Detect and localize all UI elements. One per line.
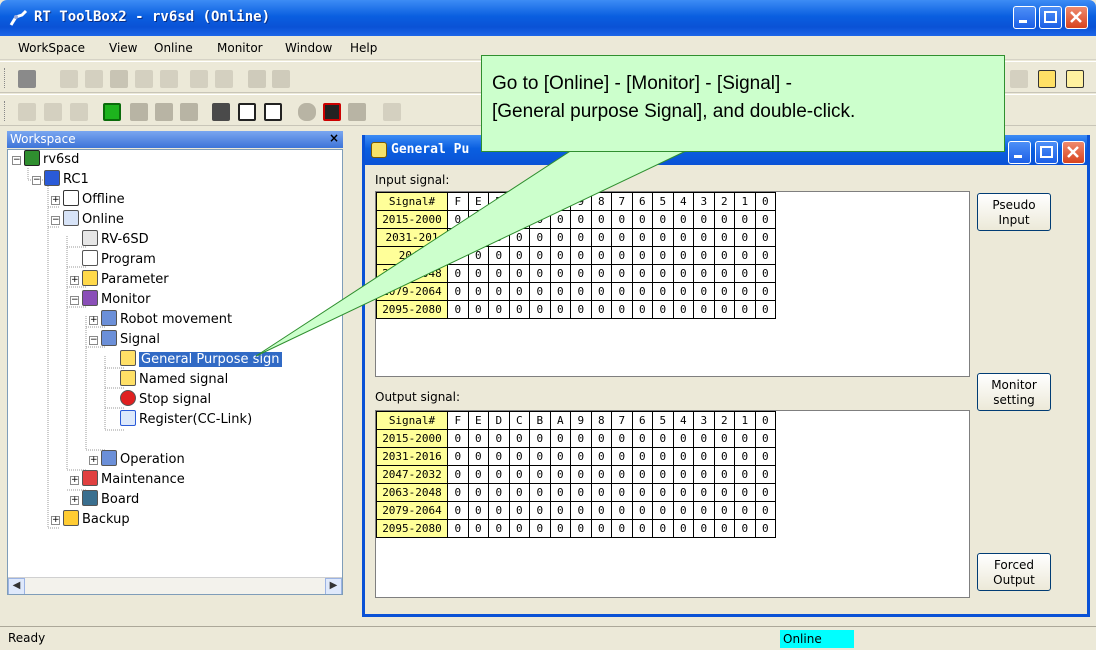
callout-line-2: [General purpose Signal], and double-cli… — [492, 101, 856, 122]
instruction-callout: Go to [Online] - [Monitor] - [Signal] - … — [481, 55, 1005, 152]
callout-line-1: Go to [Online] - [Monitor] - [Signal] - — [492, 73, 792, 94]
status-bar: Ready Online — [0, 626, 1096, 650]
child-maximize-button[interactable] — [1035, 141, 1058, 164]
status-ready: Ready — [8, 631, 46, 645]
status-online-indicator: Online — [780, 630, 854, 648]
child-close-button[interactable] — [1062, 141, 1085, 164]
child-minimize-button[interactable] — [1008, 141, 1031, 164]
